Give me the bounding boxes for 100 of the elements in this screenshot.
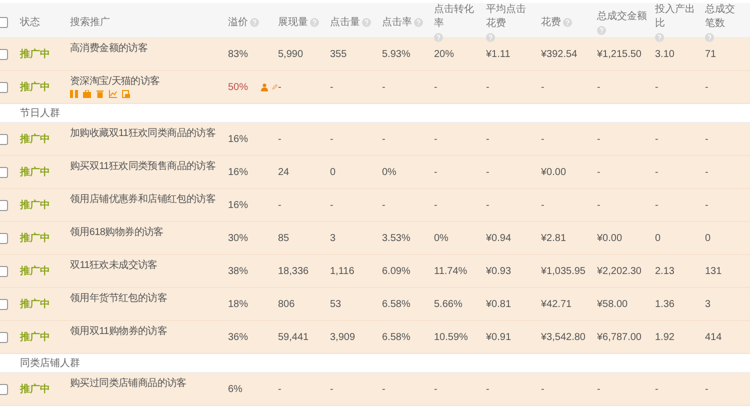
select-all-checkbox[interactable] [0,17,8,28]
table-cell-text: ¥3,542.80 [541,332,586,342]
row-checkbox[interactable] [0,82,8,92]
table-cell-text: 6.58% [382,298,412,310]
table-cell-text: ¥1.11 [486,48,512,60]
table-cell-text: - [541,82,546,92]
row-checkbox[interactable] [0,332,8,342]
help-icon[interactable] [310,18,319,27]
table-cell-text: - [486,200,490,210]
premium-value: 83% [228,48,248,60]
document-icon[interactable] [122,90,130,98]
audience-name: 领用618购物券的访客 [70,226,164,239]
help-icon[interactable] [362,18,371,27]
table-cell-text: 0 [330,166,337,178]
trash-icon[interactable] [96,90,104,98]
table-cell-text: 5,990 [278,48,304,60]
table-cell-text: ¥392.54 [541,48,578,60]
table-cell-text: 5.93% [382,48,412,60]
line-chart-icon[interactable] [109,90,117,98]
table-cell-text: 3,909 [330,332,356,342]
table-cell-text: 2.13 [655,266,676,276]
audience-name: 领用年货节红包的访客 [70,292,168,305]
person-icon[interactable] [261,82,270,92]
row-checkbox[interactable] [0,266,8,276]
help-icon[interactable] [250,18,259,27]
table-cell-text: - [486,82,490,92]
table-cell-text: 414 [705,332,723,342]
status-label: 推广中 [20,198,51,212]
premium-value: 6% [228,384,242,394]
premium-value: 16% [228,166,248,178]
table-cell-text: - [486,384,490,394]
row-checkbox[interactable] [0,232,8,244]
table-cell-text: - [705,82,710,92]
column-header: 展现量 [278,16,308,30]
column-header: 花费 [541,16,561,30]
table-cell-text: 59,441 [278,332,310,342]
table-cell-text: 3.53% [382,232,412,244]
help-icon[interactable] [486,33,495,42]
column-header: 总成交笔数 [705,3,736,31]
help-icon[interactable] [434,33,443,42]
table-cell-text: - [434,384,438,394]
column-header: 状态 [20,16,40,30]
table-cell-text: - [541,384,546,394]
table-cell-text: ¥0.81 [486,298,512,310]
table-cell-text: - [330,82,334,92]
row-checkbox[interactable] [0,48,8,60]
table-cell-text: 10.59% [434,332,469,342]
table-cell-text: - [655,384,660,394]
table-cell-text: - [382,82,386,92]
pencil-icon[interactable] [272,83,278,91]
help-icon[interactable] [597,26,606,35]
table-cell-text: - [655,134,660,144]
table-cell-text: 1.92 [655,332,676,342]
table-cell-text: ¥1,215.50 [597,48,642,60]
table-cell-text: 71 [705,48,718,60]
audience-name: 加购收藏双11狂欢同类商品的访客 [70,126,217,140]
audience-name: 购买双11狂欢同类预售商品的访客 [70,160,217,173]
help-icon[interactable] [563,18,572,27]
table-cell-text: ¥58.00 [597,298,629,310]
table-cell-text: - [434,82,438,92]
premium-value: 50% [228,82,248,92]
help-icon[interactable] [414,18,423,27]
table-cell-text: - [278,134,282,144]
audience-name: 资深淘宝/天猫的访客 [70,74,161,88]
premium-value: 16% [228,200,248,210]
table-cell-text: 0 [655,232,662,244]
status-label: 推广中 [20,132,51,146]
table-cell-text: 0% [434,232,450,244]
audience-name: 购买过同类店铺商品的访客 [70,376,188,390]
table-cell-text: - [597,384,602,394]
column-header: 总成交金额 [597,10,647,24]
table-cell-text: 85 [278,232,290,244]
table-cell-text: - [382,200,386,210]
table-cell-text: - [655,200,660,210]
status-label: 推广中 [20,165,51,179]
table-cell-text: 355 [330,48,348,60]
table-cell-text: - [278,200,282,210]
row-checkbox[interactable] [0,384,8,394]
table-cell-text: 806 [278,298,296,310]
table-cell-text: - [382,134,386,144]
table-cell-text: ¥0.94 [486,232,512,244]
status-label: 推广中 [20,330,51,344]
row-checkbox[interactable] [0,298,8,310]
table-cell-text: - [541,200,546,210]
table-cell-text: 20% [434,48,456,60]
table-cell-text: ¥0.00 [597,232,624,244]
table-cell-text: - [278,82,282,92]
table-cell-text: - [330,134,334,144]
table-cell-text: 3.10 [655,48,676,60]
help-icon[interactable] [655,33,664,42]
premium-value: 18% [228,298,248,310]
pause-icon[interactable] [70,90,78,98]
group-label: 节日人群 [20,106,60,120]
row-checkbox[interactable] [0,134,8,144]
row-checkbox[interactable] [0,166,8,178]
briefcase-icon[interactable] [83,90,91,98]
table-cell-text: 1,116 [330,266,356,276]
row-checkbox[interactable] [0,200,8,210]
help-icon[interactable] [705,33,714,42]
table-cell-text: - [655,82,660,92]
